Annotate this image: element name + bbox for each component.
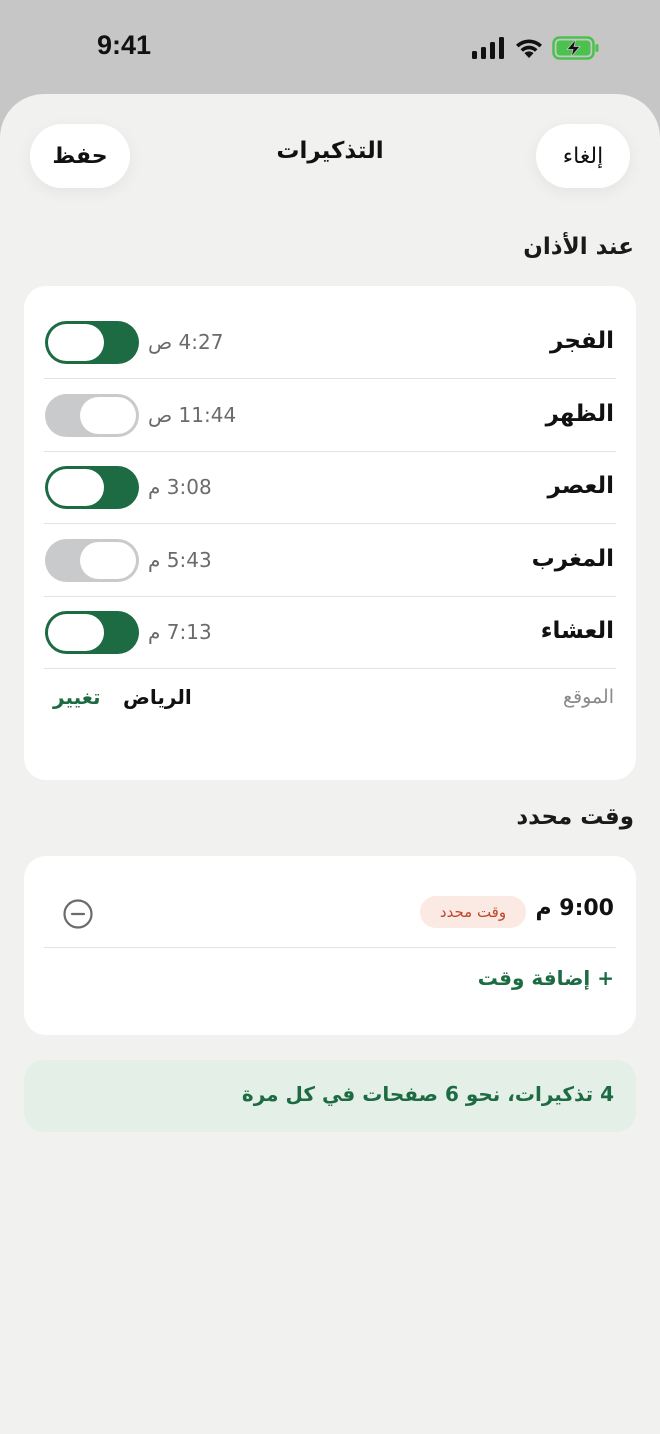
fajr-toggle[interactable] <box>45 321 139 364</box>
toggle-knob <box>80 397 136 434</box>
prayer-time: 4:27 ص <box>148 330 224 354</box>
asr-toggle[interactable] <box>45 466 139 509</box>
toggle-knob <box>48 324 104 361</box>
summary-banner: 4 تذكيرات، نحو 6 صفحات في كل مرة <box>24 1060 636 1132</box>
battery-charging-icon <box>552 36 599 60</box>
maghrib-toggle[interactable] <box>45 539 139 582</box>
custom-time-card: 9:00 م وقت محدد + إضافة وقت <box>24 856 636 1035</box>
reminders-sheet: إلغاء التذكيرات حفظ عند الأذان الفجر 4:2… <box>0 94 660 1434</box>
status-icons <box>472 36 600 60</box>
prayer-name: العشاء <box>540 618 614 644</box>
status-bar: 9:41 <box>0 0 660 94</box>
wifi-icon <box>516 39 542 58</box>
prayer-row-fajr: الفجر 4:27 ص <box>44 306 616 379</box>
change-location-link[interactable]: تغيير <box>53 685 101 709</box>
location-city: الرياض <box>123 685 192 709</box>
adhan-section-title: عند الأذان <box>523 234 634 260</box>
isha-toggle[interactable] <box>45 611 139 654</box>
toggle-knob <box>48 614 104 651</box>
save-button[interactable]: حفظ <box>30 124 130 188</box>
status-time: 9:41 <box>97 30 152 60</box>
summary-text: 4 تذكيرات، نحو 6 صفحات في كل مرة <box>241 1082 614 1106</box>
prayer-time: 5:43 م <box>148 548 212 572</box>
prayer-row-dhuhr: الظهر 11:44 ص <box>44 379 616 452</box>
toggle-knob <box>48 469 104 506</box>
prayer-name: المغرب <box>531 546 614 572</box>
prayer-row-asr: العصر 3:08 م <box>44 451 616 524</box>
dhuhr-toggle[interactable] <box>45 394 139 437</box>
custom-time-row: 9:00 م وقت محدد <box>44 874 616 948</box>
custom-time: 9:00 م <box>535 896 614 921</box>
prayer-name: الظهر <box>545 401 614 427</box>
signal-icon <box>472 37 504 59</box>
custom-section-title: وقت محدد <box>516 804 634 830</box>
prayer-name: الفجر <box>550 328 614 354</box>
prayer-row-isha: العشاء 7:13 م <box>44 596 616 669</box>
adhan-card: الفجر 4:27 ص الظهر 11:44 ص العصر 3:08 م … <box>24 286 636 780</box>
prayer-time: 3:08 م <box>148 475 212 499</box>
prayer-name: العصر <box>547 473 614 499</box>
prayer-row-maghrib: المغرب 5:43 م <box>44 524 616 597</box>
prayer-time: 7:13 م <box>148 620 212 644</box>
location-label: الموقع <box>562 686 614 708</box>
prayer-time: 11:44 ص <box>148 403 237 427</box>
location-row: الموقع الرياض تغيير <box>44 668 616 728</box>
toggle-knob <box>80 542 136 579</box>
add-time-button[interactable]: + إضافة وقت <box>478 966 614 990</box>
custom-time-badge: وقت محدد <box>420 896 526 928</box>
remove-circle-icon[interactable] <box>62 898 94 930</box>
